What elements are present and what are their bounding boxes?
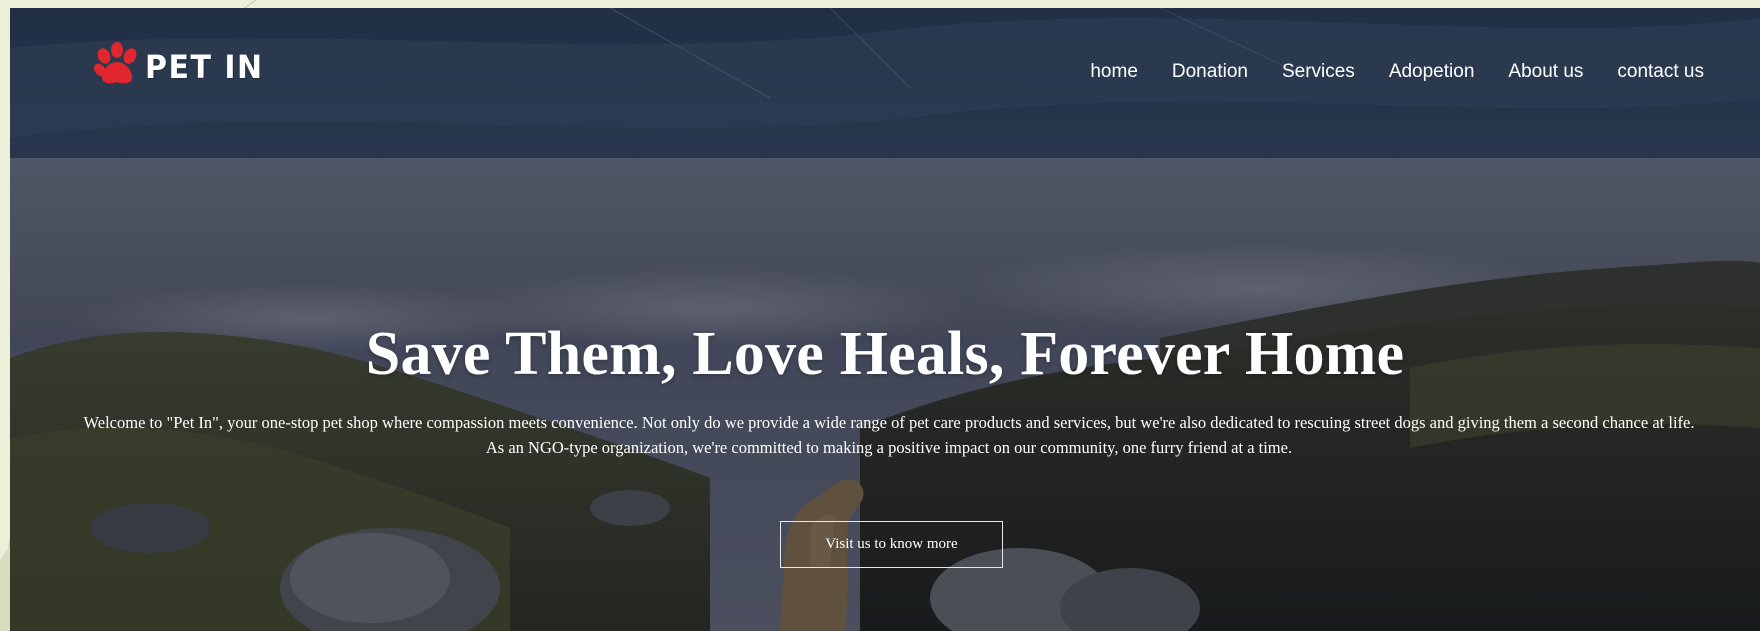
paw-icon: [94, 42, 137, 84]
nav-home[interactable]: home: [1090, 61, 1138, 83]
hero-intro-text: Welcome to "Pet In", your one-stop pet s…: [83, 413, 1695, 457]
visit-us-button[interactable]: Visit us to know more: [780, 521, 1003, 568]
nav-about-us[interactable]: About us: [1508, 61, 1583, 83]
nav-contact-us[interactable]: contact us: [1617, 61, 1704, 83]
nav-donation[interactable]: Donation: [1172, 61, 1248, 83]
brand-logo[interactable]: PET IN: [92, 40, 264, 90]
nav-services[interactable]: Services: [1282, 61, 1355, 83]
page-frame: PET IN home Donation Services Adopetion …: [0, 0, 1760, 631]
nav-adoption[interactable]: Adopetion: [1389, 61, 1475, 83]
brand-name: PET IN: [145, 48, 264, 86]
hero-headline: Save Them, Love Heals, Forever Home: [365, 320, 1405, 388]
main-navigation: home Donation Services Adopetion About u…: [1056, 61, 1704, 83]
hero-section: PET IN home Donation Services Adopetion …: [10, 8, 1760, 631]
